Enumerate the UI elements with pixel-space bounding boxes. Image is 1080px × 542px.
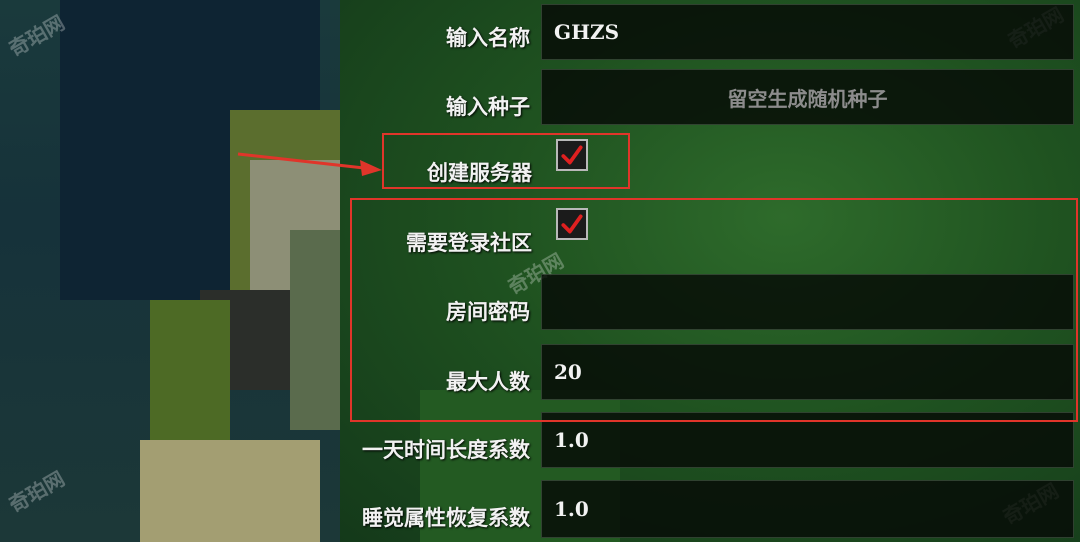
name-label: 输入名称 [446,26,530,50]
annotation-box-community [350,198,1078,422]
sleep-recovery-input[interactable]: 1.0 [541,480,1074,538]
day-length-label: 一天时间长度系数 [362,438,530,462]
annotation-arrow-icon [237,152,382,176]
annotation-box-server [382,133,630,189]
name-input[interactable]: GHZS [541,4,1074,60]
sleep-recovery-label: 睡觉属性恢复系数 [362,506,530,530]
seed-input[interactable]: 留空生成随机种子 [541,69,1074,125]
seed-label: 输入种子 [446,95,530,119]
